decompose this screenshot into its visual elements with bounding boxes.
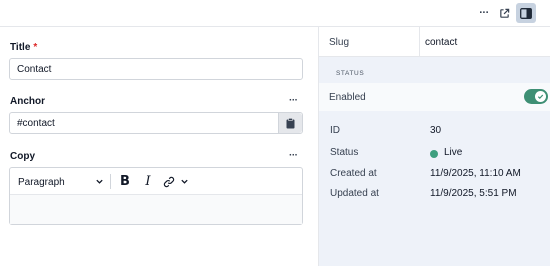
bold-icon: B bbox=[120, 174, 130, 189]
id-label: ID bbox=[330, 125, 340, 136]
link-icon bbox=[163, 176, 175, 187]
slug-row: Slug contact bbox=[319, 27, 550, 57]
anchor-label: Anchor bbox=[10, 96, 45, 107]
chevron-down-icon bbox=[180, 179, 188, 184]
details-sidebar: Slug contact STATUS Enabled ID 30 Status… bbox=[318, 27, 550, 266]
divider bbox=[419, 27, 420, 57]
more-horizontal-icon: ··· bbox=[479, 7, 489, 19]
copy-anchor-button[interactable] bbox=[278, 113, 302, 133]
editor-content-area[interactable] bbox=[10, 195, 302, 224]
id-value: 30 bbox=[430, 125, 442, 136]
italic-button[interactable]: I bbox=[142, 173, 154, 190]
sidebar-panel-icon bbox=[520, 7, 532, 19]
title-input[interactable]: Contact bbox=[9, 58, 303, 80]
title-value: Contact bbox=[17, 63, 52, 75]
more-options-button[interactable]: ··· bbox=[474, 3, 494, 23]
anchor-menu-button[interactable]: ··· bbox=[289, 95, 298, 106]
editor-toolbar: Paragraph B I bbox=[10, 168, 302, 195]
external-link-icon bbox=[499, 8, 509, 18]
link-options-button[interactable] bbox=[179, 173, 189, 190]
updated-at-value: 11/9/2025, 5:51 PM bbox=[430, 188, 517, 199]
enabled-toggle[interactable] bbox=[524, 89, 548, 104]
enabled-label: Enabled bbox=[329, 92, 366, 103]
created-at-value: 11/9/2025, 11:10 AM bbox=[430, 168, 521, 179]
chevron-down-icon bbox=[96, 179, 103, 184]
toggle-knob bbox=[535, 91, 546, 102]
toggle-sidebar-button[interactable] bbox=[516, 3, 536, 23]
updated-at-label: Updated at bbox=[330, 188, 379, 199]
slug-value[interactable]: contact bbox=[425, 37, 457, 48]
status-live-dot bbox=[430, 150, 438, 158]
toolbar-divider bbox=[110, 174, 111, 189]
copy-label: Copy bbox=[10, 151, 35, 162]
edit-form: Title * Contact Anchor ··· #contact Copy … bbox=[0, 27, 318, 266]
status-label: Status bbox=[330, 147, 359, 158]
enabled-row: Enabled bbox=[319, 83, 550, 111]
slug-label: Slug bbox=[329, 37, 350, 48]
paragraph-style-value: Paragraph bbox=[18, 176, 65, 188]
anchor-value: #contact bbox=[17, 117, 55, 129]
status-value: Live bbox=[444, 147, 463, 158]
anchor-input[interactable]: #contact bbox=[9, 112, 303, 134]
link-button[interactable] bbox=[162, 173, 176, 190]
created-at-label: Created at bbox=[330, 168, 377, 179]
italic-icon: I bbox=[145, 174, 151, 189]
open-external-button[interactable] bbox=[494, 3, 514, 23]
top-toolbar: ··· bbox=[0, 0, 550, 27]
status-section-header: STATUS bbox=[336, 70, 365, 77]
copy-menu-button[interactable]: ··· bbox=[289, 150, 298, 161]
clipboard-icon bbox=[286, 117, 295, 128]
bold-button[interactable]: B bbox=[118, 173, 132, 190]
title-label: Title * bbox=[10, 42, 38, 53]
paragraph-style-select[interactable]: Paragraph bbox=[18, 175, 104, 189]
required-mark: * bbox=[33, 42, 38, 53]
rich-text-editor: Paragraph B I bbox=[9, 167, 303, 225]
check-icon bbox=[537, 94, 544, 100]
